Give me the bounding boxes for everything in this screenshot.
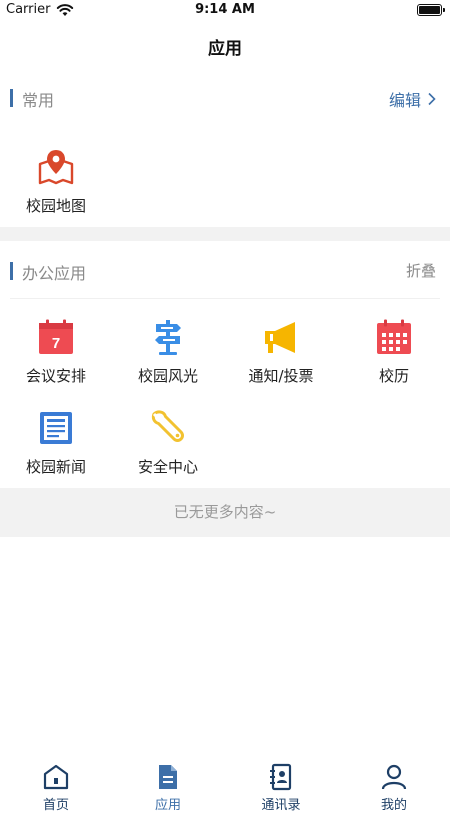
megaphone-icon: [265, 322, 295, 353]
wrench-icon: [151, 410, 184, 442]
frequent-section-header: 常用 编辑: [0, 76, 450, 120]
home-icon: [43, 764, 69, 790]
office-section-title: 办公应用: [22, 264, 87, 283]
tab-label: 我的: [380, 798, 407, 813]
section-marker: [10, 262, 13, 280]
app-screen: Carrier 9:14 AM 应用 常用 编辑 校园地图 办公应用 折叠 7 …: [0, 0, 450, 815]
app-safety-center[interactable]: 安全中心: [112, 409, 224, 489]
app-school-calendar[interactable]: 校历: [338, 318, 450, 398]
app-notice-vote[interactable]: 通知/投票: [225, 318, 337, 398]
section-gap: [0, 227, 450, 241]
tab-label: 通讯录: [261, 798, 301, 813]
contacts-book-icon: [270, 763, 292, 791]
app-label: 安全中心: [137, 458, 198, 476]
app-label: 校园地图: [25, 197, 86, 215]
edit-button[interactable]: 编辑: [389, 87, 436, 111]
tab-label: 首页: [42, 798, 69, 813]
status-time: 9:14 AM: [195, 2, 255, 17]
app-campus-scenery[interactable]: 校园风光: [112, 318, 224, 398]
app-campus-map[interactable]: 校园地图: [0, 148, 112, 228]
signpost-icon: [155, 320, 181, 355]
calendar-seven-icon: 7: [39, 319, 73, 354]
battery-icon: [417, 4, 445, 16]
calendar-badge-text: 7: [52, 335, 60, 352]
tab-mine[interactable]: 我的: [338, 761, 450, 813]
tab-apps[interactable]: 应用: [112, 761, 224, 813]
user-icon: [381, 764, 407, 790]
app-label: 通知/投票: [248, 367, 314, 385]
section-divider: [10, 298, 440, 299]
section-marker: [10, 89, 13, 107]
app-label: 校园风光: [137, 367, 198, 385]
tab-contacts[interactable]: 通讯录: [225, 761, 337, 813]
app-label: 校园新闻: [25, 458, 86, 476]
tab-home[interactable]: 首页: [0, 761, 112, 813]
tab-label: 应用: [154, 798, 181, 813]
document-icon: [159, 765, 177, 789]
newspaper-icon: [40, 412, 72, 444]
frequent-section-title: 常用: [22, 91, 55, 110]
office-section-header: 办公应用 折叠: [0, 249, 450, 293]
no-more-content: 已无更多内容~: [0, 488, 450, 537]
app-campus-news[interactable]: 校园新闻: [0, 409, 112, 489]
edit-button-label: 编辑: [388, 91, 421, 110]
page-title: 应用: [208, 39, 242, 59]
app-meeting-schedule[interactable]: 7 会议安排: [0, 318, 112, 398]
chevron-right-icon: [428, 92, 436, 106]
app-label: 校历: [378, 367, 409, 385]
collapse-button[interactable]: 折叠: [406, 260, 436, 281]
status-bar: Carrier 9:14 AM: [0, 0, 450, 22]
collapse-button-label: 折叠: [405, 262, 436, 280]
nav-bar: 应用: [0, 22, 450, 68]
calendar-grid-icon: [377, 319, 411, 354]
tab-bar: 首页 应用 通讯录 我的: [0, 755, 450, 815]
map-pin-icon: [38, 150, 74, 185]
app-label: 会议安排: [25, 367, 86, 385]
